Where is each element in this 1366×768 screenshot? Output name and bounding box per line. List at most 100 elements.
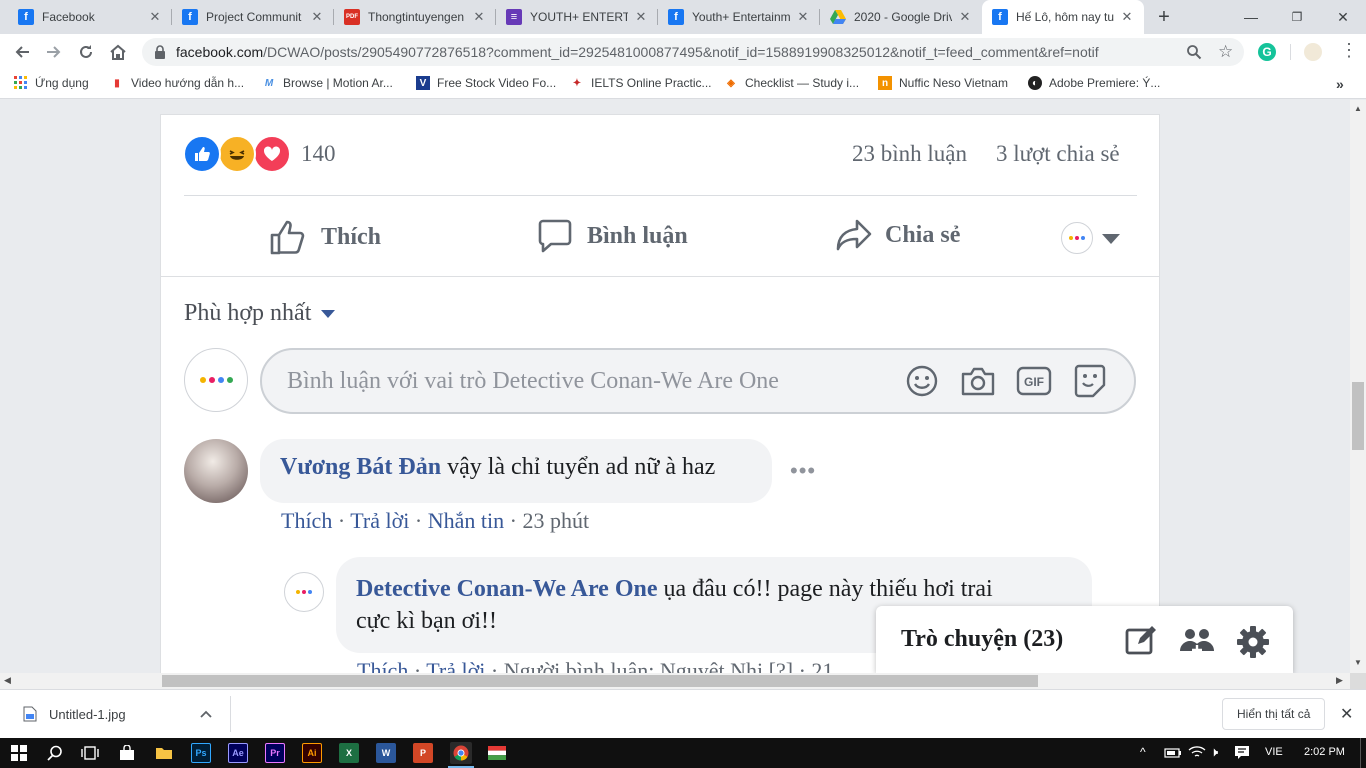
excel-icon[interactable]: X bbox=[339, 743, 359, 763]
bookmark-video-guide[interactable]: ▮ Video hướng dẫn h... bbox=[110, 76, 244, 90]
bookmark-adobe-premiere[interactable]: ◐ Adobe Premiere: Ý... bbox=[1028, 76, 1160, 90]
vertical-scrollbar[interactable]: ▲ ▼ bbox=[1350, 100, 1366, 673]
action-center-icon[interactable] bbox=[1234, 745, 1250, 764]
show-desktop-button[interactable] bbox=[1360, 738, 1366, 768]
close-icon[interactable]: ✕ bbox=[472, 9, 486, 25]
comment-message-link[interactable]: Nhắn tin bbox=[428, 508, 504, 533]
tab-youth-entertainment[interactable]: f Youth+ Entertainm ✕ bbox=[658, 0, 820, 34]
sticker-icon[interactable] bbox=[1073, 363, 1107, 404]
search-icon[interactable] bbox=[45, 743, 65, 763]
forward-button[interactable] bbox=[40, 38, 68, 66]
camera-icon[interactable] bbox=[960, 365, 996, 402]
battery-icon[interactable] bbox=[1164, 746, 1182, 764]
minimize-button[interactable]: — bbox=[1228, 0, 1274, 34]
reply-timestamp[interactable]: 21 bbox=[811, 658, 833, 673]
task-view-icon[interactable] bbox=[80, 743, 100, 763]
like-reaction-icon[interactable] bbox=[183, 135, 221, 173]
grammarly-icon[interactable]: G bbox=[1258, 43, 1276, 61]
scroll-up-arrow-icon[interactable]: ▲ bbox=[1354, 104, 1362, 113]
word-icon[interactable]: W bbox=[376, 743, 396, 763]
comment-reply-link[interactable]: Trả lời bbox=[350, 508, 409, 533]
windows-start-icon[interactable] bbox=[9, 743, 29, 763]
powerpoint-icon[interactable]: P bbox=[413, 743, 433, 763]
reply-responder[interactable]: Người bình luận: Nguyệt Nhi bbox=[504, 658, 763, 673]
comment-button[interactable]: Bình luận bbox=[537, 218, 688, 254]
tab-google-drive[interactable]: 2020 - Google Driv ✕ bbox=[820, 0, 982, 34]
reply-like-link[interactable]: Thích bbox=[357, 658, 408, 673]
premiere-icon[interactable]: Pr bbox=[265, 743, 285, 763]
more-options-icon[interactable]: ••• bbox=[790, 458, 816, 484]
illustrator-icon[interactable]: Ai bbox=[302, 743, 322, 763]
new-message-icon[interactable] bbox=[1124, 624, 1158, 661]
scrollbar-thumb[interactable] bbox=[1352, 382, 1364, 450]
like-button[interactable]: Thích bbox=[269, 218, 381, 256]
close-icon[interactable]: ✕ bbox=[1120, 9, 1134, 25]
reaction-count[interactable]: 140 bbox=[301, 141, 336, 167]
tab-project-community[interactable]: f Project Communit ✕ bbox=[172, 0, 334, 34]
create-group-icon[interactable] bbox=[1179, 625, 1215, 662]
chat-sidebar-toggle[interactable]: Trò chuyện (23) bbox=[876, 606, 1293, 673]
bookmark-nuffic[interactable]: n Nuffic Neso Vietnam bbox=[878, 76, 1008, 90]
scrollbar-thumb[interactable] bbox=[162, 675, 1038, 687]
comment-author[interactable]: Vương Bát Đản bbox=[280, 454, 441, 480]
close-icon[interactable]: ✕ bbox=[796, 9, 810, 25]
close-window-button[interactable]: ✕ bbox=[1320, 0, 1366, 34]
chrome-icon[interactable] bbox=[450, 742, 472, 764]
shares-count[interactable]: 3 lượt chia sẻ bbox=[996, 141, 1120, 167]
reload-button[interactable] bbox=[72, 38, 100, 66]
download-item[interactable]: Untitled-1.jpg bbox=[8, 698, 218, 730]
store-icon[interactable] bbox=[117, 743, 137, 763]
gear-icon[interactable] bbox=[1236, 625, 1270, 664]
back-button[interactable] bbox=[8, 38, 36, 66]
profile-avatar[interactable] bbox=[1304, 43, 1322, 61]
bookmark-motion-array[interactable]: M Browse | Motion Ar... bbox=[262, 76, 393, 90]
photoshop-icon[interactable]: Ps bbox=[191, 743, 211, 763]
bookmark-checklist[interactable]: ◈ Checklist — Study i... bbox=[724, 76, 859, 90]
zoom-icon[interactable] bbox=[1186, 44, 1202, 65]
after-effects-icon[interactable]: Ae bbox=[228, 743, 248, 763]
show-hidden-icons-chevron-icon[interactable]: ^ bbox=[1140, 745, 1146, 759]
comments-count[interactable]: 23 bình luận bbox=[852, 141, 967, 167]
commenter-avatar[interactable] bbox=[184, 439, 248, 503]
close-icon[interactable]: ✕ bbox=[310, 9, 324, 25]
scroll-down-arrow-icon[interactable]: ▼ bbox=[1354, 658, 1362, 667]
close-icon[interactable]: ✕ bbox=[148, 9, 162, 25]
page-avatar-selector[interactable] bbox=[1061, 222, 1093, 254]
star-icon[interactable]: ☆ bbox=[1218, 42, 1233, 62]
flag-app-icon[interactable] bbox=[487, 743, 507, 763]
emoji-icon[interactable] bbox=[905, 364, 939, 403]
tab-forms[interactable]: ≡ YOUTH+ ENTERTA ✕ bbox=[496, 0, 658, 34]
reply-author-avatar[interactable] bbox=[284, 572, 324, 612]
bookmark-apps[interactable]: Ứng dụng bbox=[14, 76, 89, 90]
file-explorer-icon[interactable] bbox=[154, 743, 174, 763]
tab-current-post[interactable]: f Hế Lô, hôm nay tu ✕ bbox=[982, 0, 1144, 34]
chevron-up-icon[interactable] bbox=[200, 706, 212, 721]
menu-icon[interactable]: ⋮ bbox=[1340, 40, 1358, 61]
comment-input[interactable]: Bình luận với vai trò Detective Conan-We… bbox=[260, 348, 1136, 414]
bookmark-free-stock-video[interactable]: V Free Stock Video Fo... bbox=[416, 76, 556, 90]
bookmark-ielts[interactable]: ✦ IELTS Online Practic... bbox=[570, 76, 712, 90]
tab-pdf[interactable]: PDF Thongtintuyengen ✕ bbox=[334, 0, 496, 34]
close-downloads-icon[interactable]: ✕ bbox=[1340, 704, 1353, 724]
comment-sort-dropdown[interactable]: Phù hợp nhất bbox=[184, 300, 336, 327]
gif-icon[interactable]: GIF bbox=[1016, 366, 1052, 401]
reply-reply-link[interactable]: Trả lời bbox=[426, 658, 485, 673]
home-button[interactable] bbox=[104, 38, 132, 66]
comment-timestamp[interactable]: 23 phút bbox=[522, 508, 589, 533]
haha-reaction-icon[interactable] bbox=[218, 135, 256, 173]
reply-author[interactable]: Detective Conan-We Are One bbox=[356, 576, 658, 602]
clock-time[interactable]: 2:02 PM bbox=[1304, 746, 1345, 758]
love-reaction-icon[interactable] bbox=[253, 135, 291, 173]
show-all-downloads-button[interactable]: Hiển thị tất cả bbox=[1222, 698, 1326, 730]
comment-like-link[interactable]: Thích bbox=[281, 508, 332, 533]
tab-facebook[interactable]: f Facebook ✕ bbox=[0, 0, 172, 34]
new-tab-button[interactable]: + bbox=[1146, 0, 1182, 34]
address-bar[interactable]: facebook.com/DCWAO/posts/290549077287651… bbox=[142, 38, 1244, 66]
more-bookmarks-chevron-icon[interactable]: » bbox=[1336, 76, 1344, 92]
horizontal-scrollbar[interactable]: ◀ ▶ bbox=[0, 673, 1350, 689]
scroll-left-arrow-icon[interactable]: ◀ bbox=[4, 675, 11, 686]
reply-info-badge[interactable]: [?] bbox=[769, 658, 793, 673]
close-icon[interactable]: ✕ bbox=[634, 9, 648, 25]
input-language[interactable]: VIE bbox=[1265, 746, 1283, 758]
speaker-muted-icon[interactable]: 🕨 bbox=[1210, 744, 1218, 760]
